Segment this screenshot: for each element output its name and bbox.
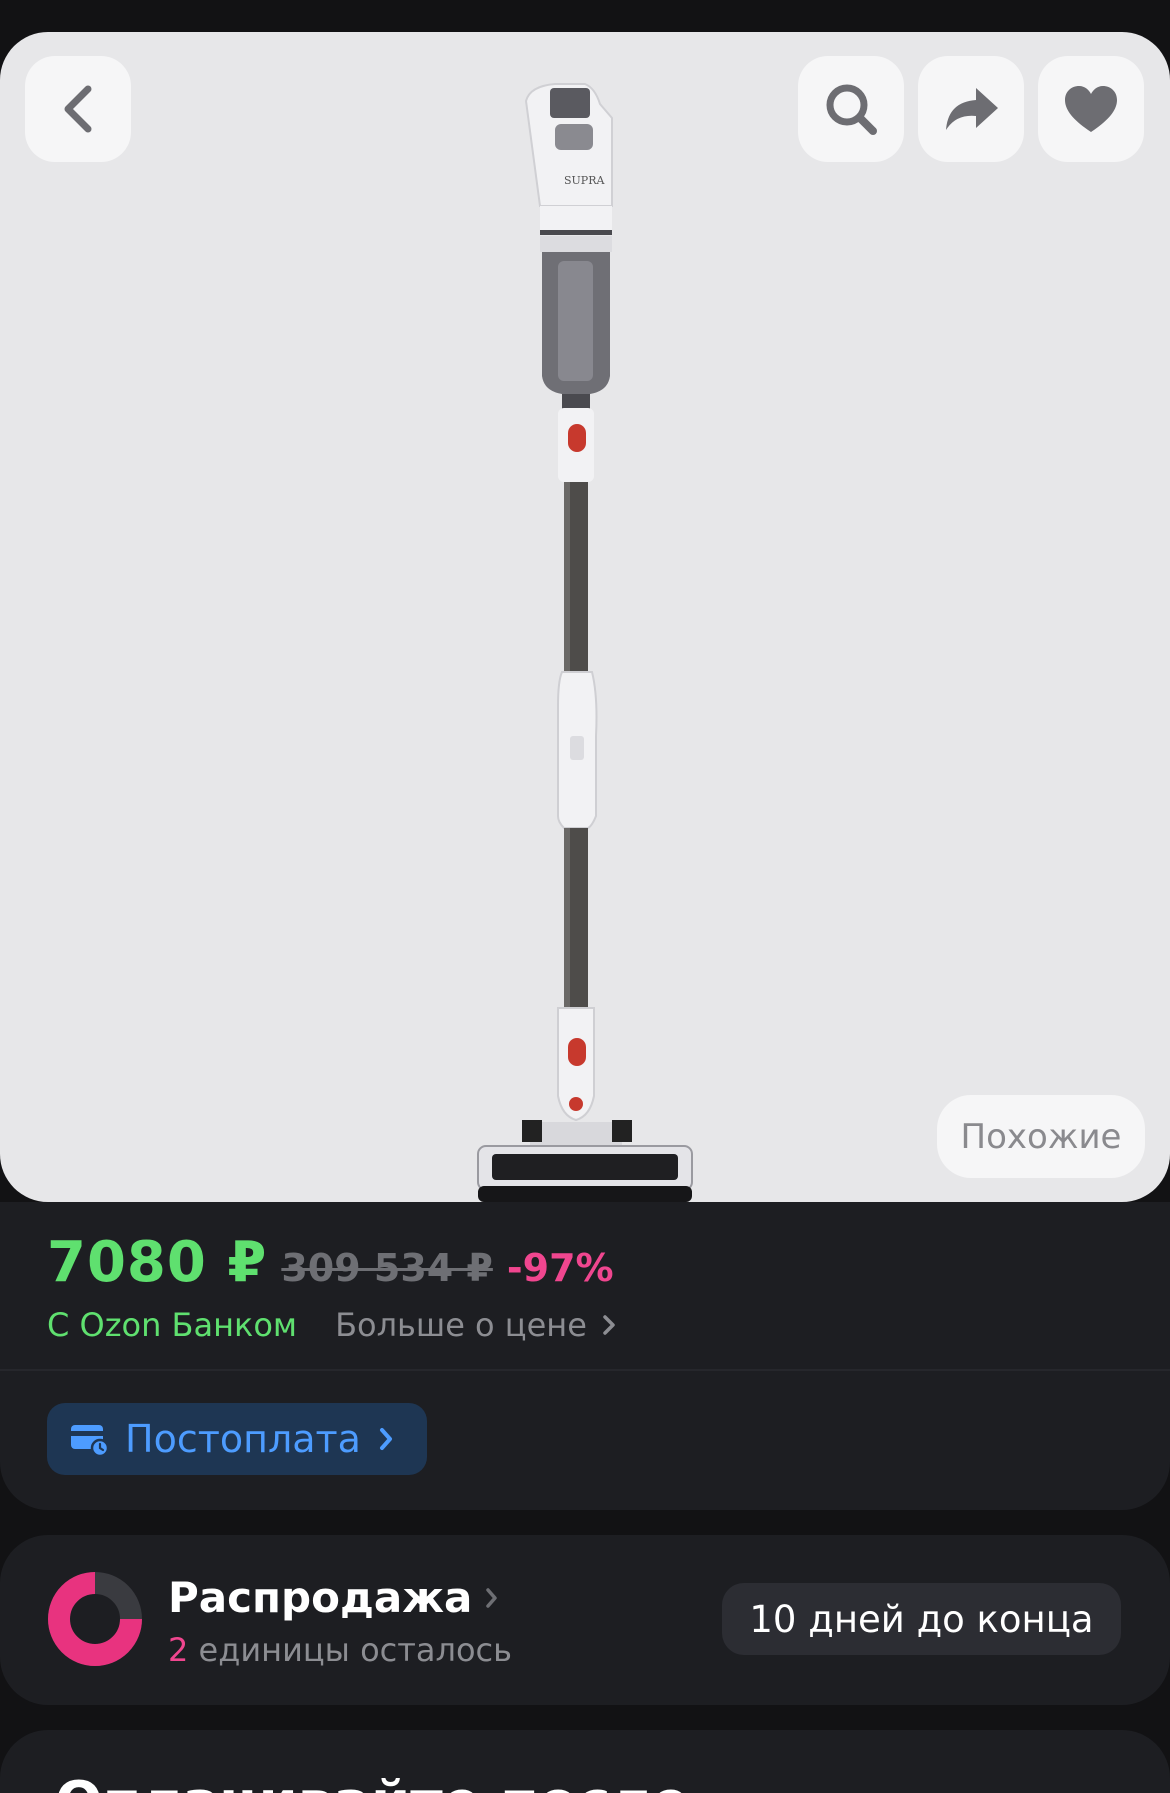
ozon-bank-label: С Ozon Банком (47, 1306, 298, 1344)
card-clock-icon (71, 1425, 109, 1457)
discount-percent: -97% (506, 1246, 614, 1290)
similar-products-button[interactable]: Похожие (937, 1095, 1145, 1178)
chevron-right-icon (379, 1428, 392, 1450)
favorite-button[interactable] (1038, 56, 1144, 162)
product-brand: SUPRA (564, 174, 605, 187)
more-about-price-label: Больше о цене (335, 1306, 587, 1344)
sale-title-link[interactable]: Распродажа (168, 1573, 500, 1622)
product-gallery[interactable]: SUPRA Похожие (0, 32, 1170, 1202)
share-arrow-icon (946, 88, 998, 130)
units-left-count: 2 (168, 1631, 189, 1669)
chevron-left-icon (64, 85, 92, 133)
sale-section[interactable]: Распродажа 2 единицы осталось 10 дней до… (0, 1535, 1170, 1705)
next-section: Оплачивайте после (0, 1730, 1170, 1793)
search-icon (826, 84, 877, 135)
price-row: 7080 ₽ 309 534 ₽ -97% (47, 1230, 614, 1295)
postpay-label: Постоплата (125, 1417, 361, 1461)
product-image: SUPRA (477, 83, 693, 1202)
current-price: 7080 ₽ (47, 1230, 268, 1295)
days-left-badge: 10 дней до конца (722, 1583, 1121, 1655)
chevron-right-icon (603, 1315, 615, 1335)
divider (0, 1369, 1170, 1371)
back-button[interactable] (25, 56, 131, 162)
bank-row: С Ozon Банком Больше о цене (47, 1306, 617, 1344)
next-section-title: Оплачивайте после (55, 1770, 690, 1793)
more-about-price-link[interactable]: Больше о цене (335, 1306, 617, 1344)
search-button[interactable] (798, 56, 904, 162)
share-button[interactable] (918, 56, 1024, 162)
postpay-button[interactable]: Постоплата (47, 1403, 427, 1475)
sale-progress-ring-icon (48, 1572, 142, 1666)
old-price: 309 534 ₽ (281, 1246, 493, 1290)
heart-icon (1065, 86, 1117, 132)
product-page: SUPRA Похожие 7080 ₽ 309 534 ₽ -97% С Oz… (0, 0, 1170, 1793)
units-left-text: 2 единицы осталось (168, 1631, 512, 1669)
sale-title: Распродажа (168, 1573, 473, 1622)
chevron-right-icon (486, 1587, 498, 1608)
units-left-label: единицы осталось (198, 1631, 512, 1669)
price-section: 7080 ₽ 309 534 ₽ -97% С Ozon Банком Боль… (0, 1202, 1170, 1510)
